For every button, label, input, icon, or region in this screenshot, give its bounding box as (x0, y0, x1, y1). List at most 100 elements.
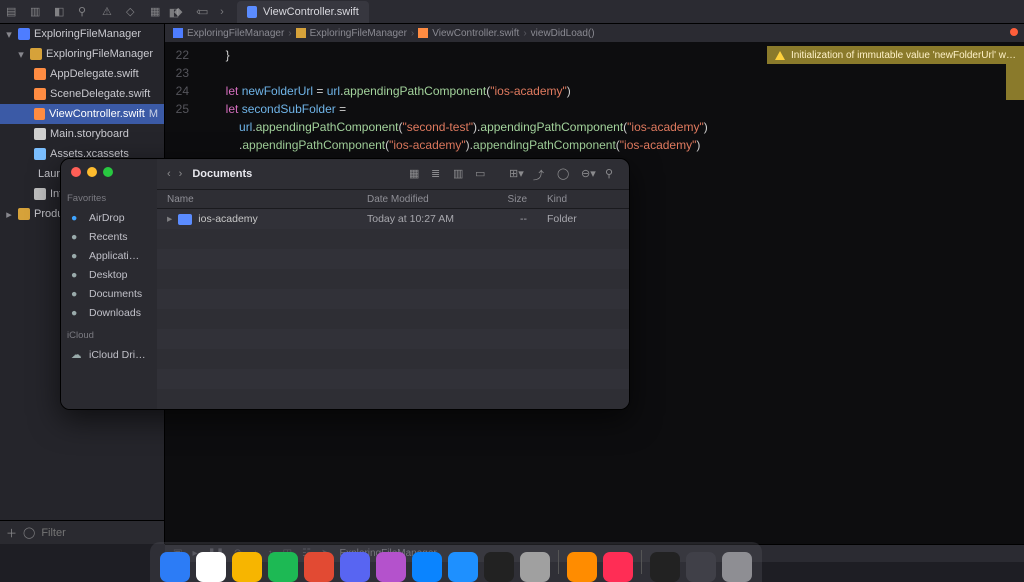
dock-app[interactable] (520, 552, 550, 582)
sidebar-icloud-drive[interactable]: ☁︎ iCloud Dri… (67, 345, 151, 364)
code-line[interactable]: } (199, 46, 230, 64)
finder-sidebar-item[interactable]: ●AirDrop (67, 208, 151, 227)
finder-toolbar: ‹ › Documents ▦ ≣ ▥ ▭ ⊞▾ ⤴︎ ◯ ⊖▾ ⚲ (157, 159, 629, 190)
code-line[interactable]: let secondSubFolder = (199, 100, 346, 118)
nav-file[interactable]: Main.storyboard (0, 124, 164, 144)
filter-scope-icon[interactable]: ◯ (23, 526, 35, 539)
finder-sidebar-item[interactable]: ●Applicati… (67, 246, 151, 265)
dock-app[interactable] (567, 552, 597, 582)
nav-file-label: SceneDelegate.swift (50, 88, 150, 100)
source-control-icon[interactable]: ◧ (54, 5, 68, 19)
swift-file-icon (34, 68, 46, 80)
navigator-filter: ＋ ◯ (0, 520, 164, 544)
dock-app[interactable] (268, 552, 298, 582)
xcode-toolbar: ▤ ▥ ◧ ⚲ ⚠ ◇ ▦ ◆ ▭ (0, 0, 1024, 24)
chevron-right-icon[interactable]: ▸ (4, 208, 14, 221)
filter-input[interactable] (41, 527, 165, 539)
gallery-view-icon[interactable]: ▭ (475, 167, 489, 181)
code-line[interactable]: let newFolderUrl = url.appendingPathComp… (199, 82, 571, 100)
minimize-icon[interactable] (87, 167, 97, 177)
code-line[interactable]: url.appendingPathComponent("second-test"… (199, 118, 708, 136)
sidebar-toggle-icon[interactable]: ◧ (165, 3, 183, 21)
dock-app[interactable] (603, 552, 633, 582)
line-number (165, 118, 199, 136)
finder-row-empty (157, 309, 629, 329)
col-date[interactable]: Date Modified (367, 194, 487, 205)
breadcrumb[interactable]: ExploringFileManager› ExploringFileManag… (165, 24, 1024, 42)
forward-icon[interactable]: › (179, 168, 183, 180)
finder-sidebar-item[interactable]: ●Downloads (67, 303, 151, 322)
dock-separator (641, 550, 642, 574)
code-line[interactable]: .appendingPathComponent("ios-academy").a… (199, 136, 700, 154)
back-icon[interactable]: ‹ (167, 168, 171, 180)
dock-app[interactable] (650, 552, 680, 582)
warning-gutter-marker[interactable] (1006, 64, 1024, 100)
sidebar-item-icon: ● (71, 250, 83, 262)
finder-sidebar-item[interactable]: ●Desktop (67, 265, 151, 284)
tag-icon[interactable]: ◯ (557, 167, 571, 181)
editor-tab[interactable]: ViewController.swift (237, 1, 369, 23)
finder-sidebar: Favorites ●AirDrop●Recents●Applicati…●De… (61, 159, 157, 409)
dock-app[interactable] (340, 552, 370, 582)
warning-banner[interactable]: Initialization of immutable value 'newFo… (767, 46, 1024, 64)
list-view-icon[interactable]: ≣ (431, 167, 445, 181)
nav-file-label: AppDelegate.swift (50, 68, 139, 80)
xcode-project-icon (18, 28, 30, 40)
nav-file[interactable]: ViewController.swift M (0, 104, 164, 124)
xc-file-icon (34, 148, 46, 160)
group-icon[interactable]: ⊞▾ (509, 167, 523, 181)
chevron-right-icon[interactable]: ▸ (167, 213, 172, 225)
col-kind[interactable]: Kind (547, 194, 619, 205)
finder-row[interactable]: ▸ios-academy Today at 10:27 AM -- Folder (157, 209, 629, 229)
close-icon[interactable] (71, 167, 81, 177)
issue-icon[interactable]: ⚠ (102, 5, 116, 19)
dock-app[interactable] (160, 552, 190, 582)
swift-file-icon (34, 108, 45, 120)
search-icon[interactable]: ⚲ (605, 167, 619, 181)
col-size[interactable]: Size (487, 194, 547, 205)
finder-row-empty (157, 369, 629, 389)
test-icon[interactable]: ◇ (126, 5, 140, 19)
forward-icon[interactable]: › (213, 3, 231, 21)
line-number (165, 136, 199, 154)
dock-app[interactable] (722, 552, 752, 582)
dock-app[interactable] (304, 552, 334, 582)
add-icon[interactable]: ＋ (6, 525, 17, 541)
debug-icon[interactable]: ▦ (150, 5, 164, 19)
finder-row-empty (157, 289, 629, 309)
nav-file[interactable]: AppDelegate.swift (0, 64, 164, 84)
nav-project-root[interactable]: ▾ ExploringFileManager (0, 24, 164, 44)
dock-app[interactable] (376, 552, 406, 582)
nav-file[interactable]: SceneDelegate.swift (0, 84, 164, 104)
back-icon[interactable]: ‹ (189, 3, 207, 21)
favorites-heading: Favorites (67, 193, 151, 204)
finder-column-headers[interactable]: Name Date Modified Size Kind (157, 190, 629, 209)
dock-app[interactable] (232, 552, 262, 582)
finder-sidebar-item[interactable]: ●Documents (67, 284, 151, 303)
col-name[interactable]: Name (167, 194, 367, 205)
chevron-down-icon[interactable]: ▾ (16, 48, 26, 61)
icon-view-icon[interactable]: ▦ (409, 167, 423, 181)
navigator-toggle-icon[interactable]: ▤ (6, 5, 20, 19)
window-controls (67, 167, 151, 177)
finder-file-list: ▸ios-academy Today at 10:27 AM -- Folder (157, 209, 629, 409)
sidebar-item-icon: ● (71, 212, 83, 224)
nav-file-label: Main.storyboard (50, 128, 129, 140)
finder-row-empty (157, 389, 629, 409)
column-view-icon[interactable]: ▥ (453, 167, 467, 181)
finder-window[interactable]: Favorites ●AirDrop●Recents●Applicati…●De… (60, 158, 630, 410)
finder-sidebar-item[interactable]: ●Recents (67, 227, 151, 246)
folder-icon[interactable]: ▥ (30, 5, 44, 19)
dock-app[interactable] (484, 552, 514, 582)
nav-group[interactable]: ▾ ExploringFileManager (0, 44, 164, 64)
dock-app[interactable] (448, 552, 478, 582)
dock-app[interactable] (412, 552, 442, 582)
find-icon[interactable]: ⚲ (78, 5, 92, 19)
chevron-down-icon[interactable]: ▾ (4, 28, 14, 41)
warning-text: Initialization of immutable value 'newFo… (791, 50, 1016, 61)
share-icon[interactable]: ⤴︎ (533, 167, 547, 181)
dock-app[interactable] (196, 552, 226, 582)
zoom-icon[interactable] (103, 167, 113, 177)
dock-app[interactable] (686, 552, 716, 582)
action-icon[interactable]: ⊖▾ (581, 167, 595, 181)
